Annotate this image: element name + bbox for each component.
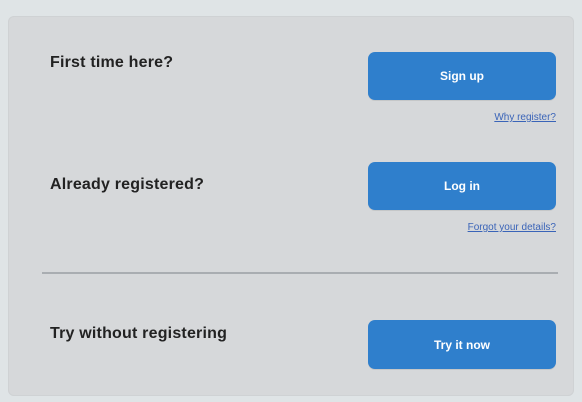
log-in-button[interactable]: Log in	[368, 162, 556, 210]
forgot-details-link[interactable]: Forgot your details?	[468, 222, 556, 233]
login-question: Already registered?	[50, 176, 205, 193]
try-it-now-button[interactable]: Try it now	[368, 320, 556, 369]
why-register-link[interactable]: Why register?	[494, 112, 556, 123]
trial-question: Try without registering	[50, 325, 228, 342]
account-options-panel: First time here? Sign up Why register? A…	[8, 16, 574, 396]
sign-up-button[interactable]: Sign up	[368, 52, 556, 100]
section-divider	[42, 272, 558, 274]
signup-question: First time here?	[50, 54, 174, 71]
